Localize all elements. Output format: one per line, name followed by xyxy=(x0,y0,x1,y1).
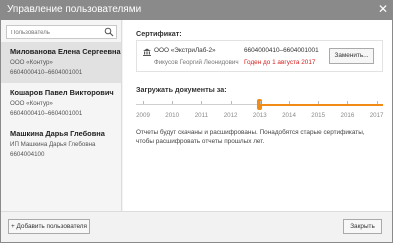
close-button[interactable]: Закрыть xyxy=(343,219,382,234)
year-label[interactable]: 2011 xyxy=(195,112,208,119)
search-box xyxy=(6,25,117,39)
add-user-button[interactable]: + Добавить пользователя xyxy=(8,219,90,234)
certificate-label: Сертификат: xyxy=(136,29,182,38)
search-icon[interactable] xyxy=(104,27,114,37)
building-icon xyxy=(143,48,151,56)
user-item-milovanova[interactable]: Милованова Елена Сергеевна ООО «Контур» … xyxy=(1,42,121,83)
user-list-panel: Милованова Елена Сергеевна ООО «Контур» … xyxy=(1,20,122,211)
certificate-validity: Годен до 1 августа 2017 xyxy=(244,59,316,66)
year-label[interactable]: 2017 xyxy=(370,112,384,119)
title-bar: Управление пользователями ✕ xyxy=(0,0,393,20)
user-name: Милованова Елена Сергеевна xyxy=(10,47,121,56)
change-certificate-button[interactable]: Заменить... xyxy=(329,48,374,64)
user-inn: 6604000410–6604001001 xyxy=(10,69,83,76)
user-settings-panel: Сертификат: ООО «ЭкстриЛаб-2» Фикусов Ге… xyxy=(123,20,392,211)
user-name: Кошаров Павел Викторович xyxy=(10,88,114,97)
search-input[interactable] xyxy=(11,27,103,38)
user-org: ИП Машкина Дарья Глебовна xyxy=(10,141,96,148)
certificate-org: ООО «ЭкстриЛаб-2» xyxy=(154,47,216,54)
year-label[interactable]: 2013 xyxy=(253,112,267,119)
year-tick xyxy=(143,101,144,104)
window-title: Управление пользователями xyxy=(7,4,142,15)
year-label[interactable]: 2016 xyxy=(341,112,355,119)
load-documents-label: Загружать документы за: xyxy=(136,85,227,94)
certificate-person: Фикусов Георгий Леонидович xyxy=(154,59,239,66)
close-icon[interactable]: ✕ xyxy=(378,3,388,16)
year-tick xyxy=(172,101,174,104)
load-note: Отчеты будут скачаны и расшифрованы. Пон… xyxy=(136,129,365,145)
footer-bar: + Добавить пользователя Закрыть xyxy=(1,211,392,242)
year-tick xyxy=(347,101,349,104)
year-label[interactable]: 2009 xyxy=(136,112,150,119)
certificate-inn: 6604000410–6604001001 xyxy=(244,47,319,54)
user-inn: 6604004100 xyxy=(10,151,45,158)
year-tick xyxy=(230,101,232,104)
user-management-window: Управление пользователями ✕ Милованова Е… xyxy=(0,0,393,243)
year-tick xyxy=(376,101,378,104)
user-org: ООО «Контур» xyxy=(10,100,53,107)
user-inn: 6604000410–6604001001 xyxy=(10,110,83,117)
user-item-kosharov[interactable]: Кошаров Павел Викторович ООО «Контур» 66… xyxy=(1,83,121,124)
year-label[interactable]: 2014 xyxy=(282,112,296,119)
year-label[interactable]: 2012 xyxy=(224,112,238,119)
year-label[interactable]: 2010 xyxy=(165,112,179,119)
year-tick xyxy=(318,101,320,104)
user-item-mashkina[interactable]: Машкина Дарья Глебовна ИП Машкина Дарья … xyxy=(1,124,121,165)
certificate-card: ООО «ЭкстриЛаб-2» Фикусов Георгий Леонид… xyxy=(136,40,383,72)
user-org: ООО «Контур» xyxy=(10,59,53,66)
year-tick xyxy=(259,101,261,104)
slider-fill xyxy=(259,104,383,106)
year-label[interactable]: 2015 xyxy=(311,112,325,119)
user-name: Машкина Дарья Глебовна xyxy=(10,129,105,138)
year-tick xyxy=(289,101,290,104)
year-tick xyxy=(201,101,203,104)
window-body: Милованова Елена Сергеевна ООО «Контур» … xyxy=(1,20,392,242)
